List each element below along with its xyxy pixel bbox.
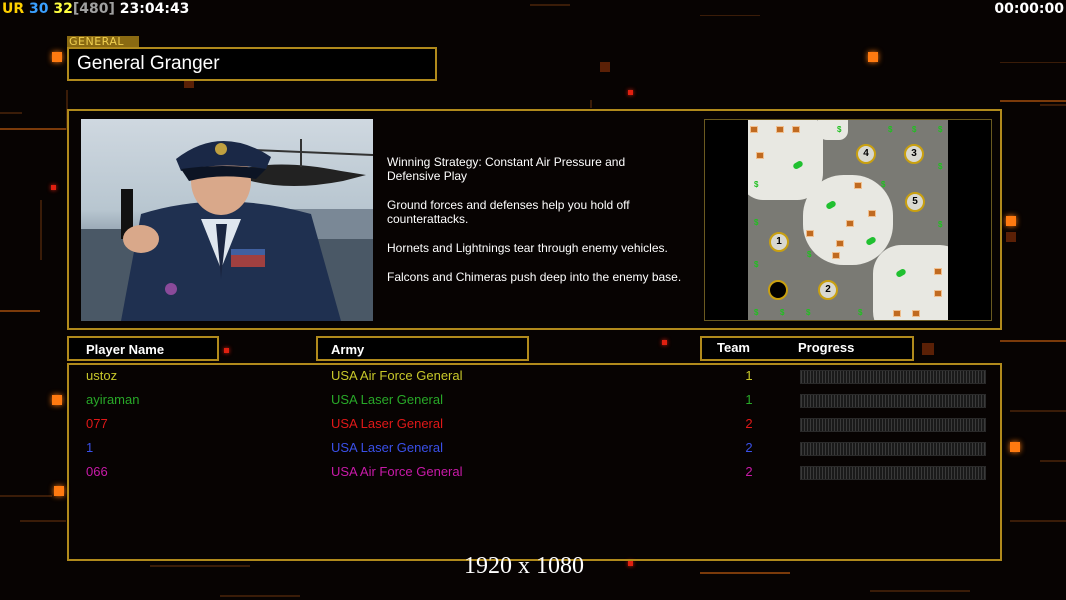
header-player-label: Player Name: [86, 342, 165, 357]
clock: 23:04:43: [119, 1, 190, 17]
loading-progress-bar: [800, 370, 986, 384]
strategy-text: Winning Strategy: Constant Air Pressure …: [387, 155, 707, 299]
player-name: ayiraman: [86, 392, 140, 407]
player-name: 066: [86, 464, 108, 479]
start-position-1[interactable]: 1: [769, 232, 789, 252]
player-team: 2: [745, 440, 753, 455]
header-player-name: Player Name: [67, 336, 219, 361]
hud-value-b: 32: [53, 1, 73, 17]
table-row: 077 USA Laser General 2: [69, 413, 1000, 437]
player-army: USA Air Force General: [331, 464, 463, 479]
player-team: 1: [745, 368, 753, 383]
hud-value-c: [480]: [72, 1, 115, 17]
game-timer: 00:00:00: [994, 1, 1064, 17]
strategy-line: Ground forces and defenses help you hold…: [387, 198, 630, 226]
player-army: USA Air Force General: [331, 368, 463, 383]
player-army: USA Laser General: [331, 416, 444, 431]
map-preview[interactable]: $ $ $ $ $ $ $ $ $ $ $ $ $ $ $ 1 2 3 4 5: [704, 119, 992, 321]
strategy-line: Hornets and Lightnings tear through enem…: [387, 241, 668, 255]
loading-progress-bar: [800, 466, 986, 480]
header-team-label: Team: [717, 340, 750, 355]
header-army: Army: [316, 336, 529, 361]
header-army-label: Army: [331, 342, 365, 357]
player-army: USA Laser General: [331, 392, 444, 407]
start-position-3[interactable]: 3: [904, 144, 924, 164]
header-team-progress: Team Progress: [700, 336, 914, 361]
start-position-4[interactable]: 4: [856, 144, 876, 164]
strategy-line: Winning Strategy: Constant Air Pressure …: [387, 155, 626, 183]
player-name: ustoz: [86, 368, 118, 383]
fps-readout: UR 30 32[480] 23:04:43: [2, 1, 189, 17]
hud-value-a: 30: [29, 1, 49, 17]
start-position-empty[interactable]: [768, 280, 788, 300]
start-position-2[interactable]: 2: [818, 280, 838, 300]
general-info-panel: Winning Strategy: Constant Air Pressure …: [67, 109, 1002, 330]
general-title-box: General Granger: [67, 47, 437, 81]
loading-progress-bar: [800, 442, 986, 456]
player-army: USA Laser General: [331, 440, 444, 455]
general-tag: GENERAL: [67, 36, 139, 47]
player-team: 2: [745, 464, 753, 479]
player-name: 077: [86, 416, 108, 431]
minimap: $ $ $ $ $ $ $ $ $ $ $ $ $ $ $ 1 2 3 4 5: [748, 120, 948, 320]
loading-progress-bar: [800, 418, 986, 432]
table-row: 066 USA Air Force General 2: [69, 461, 1000, 485]
loading-progress-bar: [800, 394, 986, 408]
ur-label: UR: [2, 1, 25, 17]
resolution-label: 1920 x 1080: [464, 553, 584, 579]
table-row: ustoz USA Air Force General 1: [69, 365, 1000, 389]
players-panel: ustoz USA Air Force General 1 ayiraman U…: [67, 363, 1002, 561]
strategy-line: Falcons and Chimeras push deep into the …: [387, 270, 682, 284]
start-position-5[interactable]: 5: [905, 192, 925, 212]
general-portrait: [81, 119, 373, 321]
player-team: 2: [745, 416, 753, 431]
player-team: 1: [745, 392, 753, 407]
general-name: General Granger: [77, 53, 220, 74]
table-row: ayiraman USA Laser General 1: [69, 389, 1000, 413]
player-name: 1: [86, 440, 94, 455]
table-row: 1 USA Laser General 2: [69, 437, 1000, 461]
header-progress-label: Progress: [798, 340, 855, 355]
